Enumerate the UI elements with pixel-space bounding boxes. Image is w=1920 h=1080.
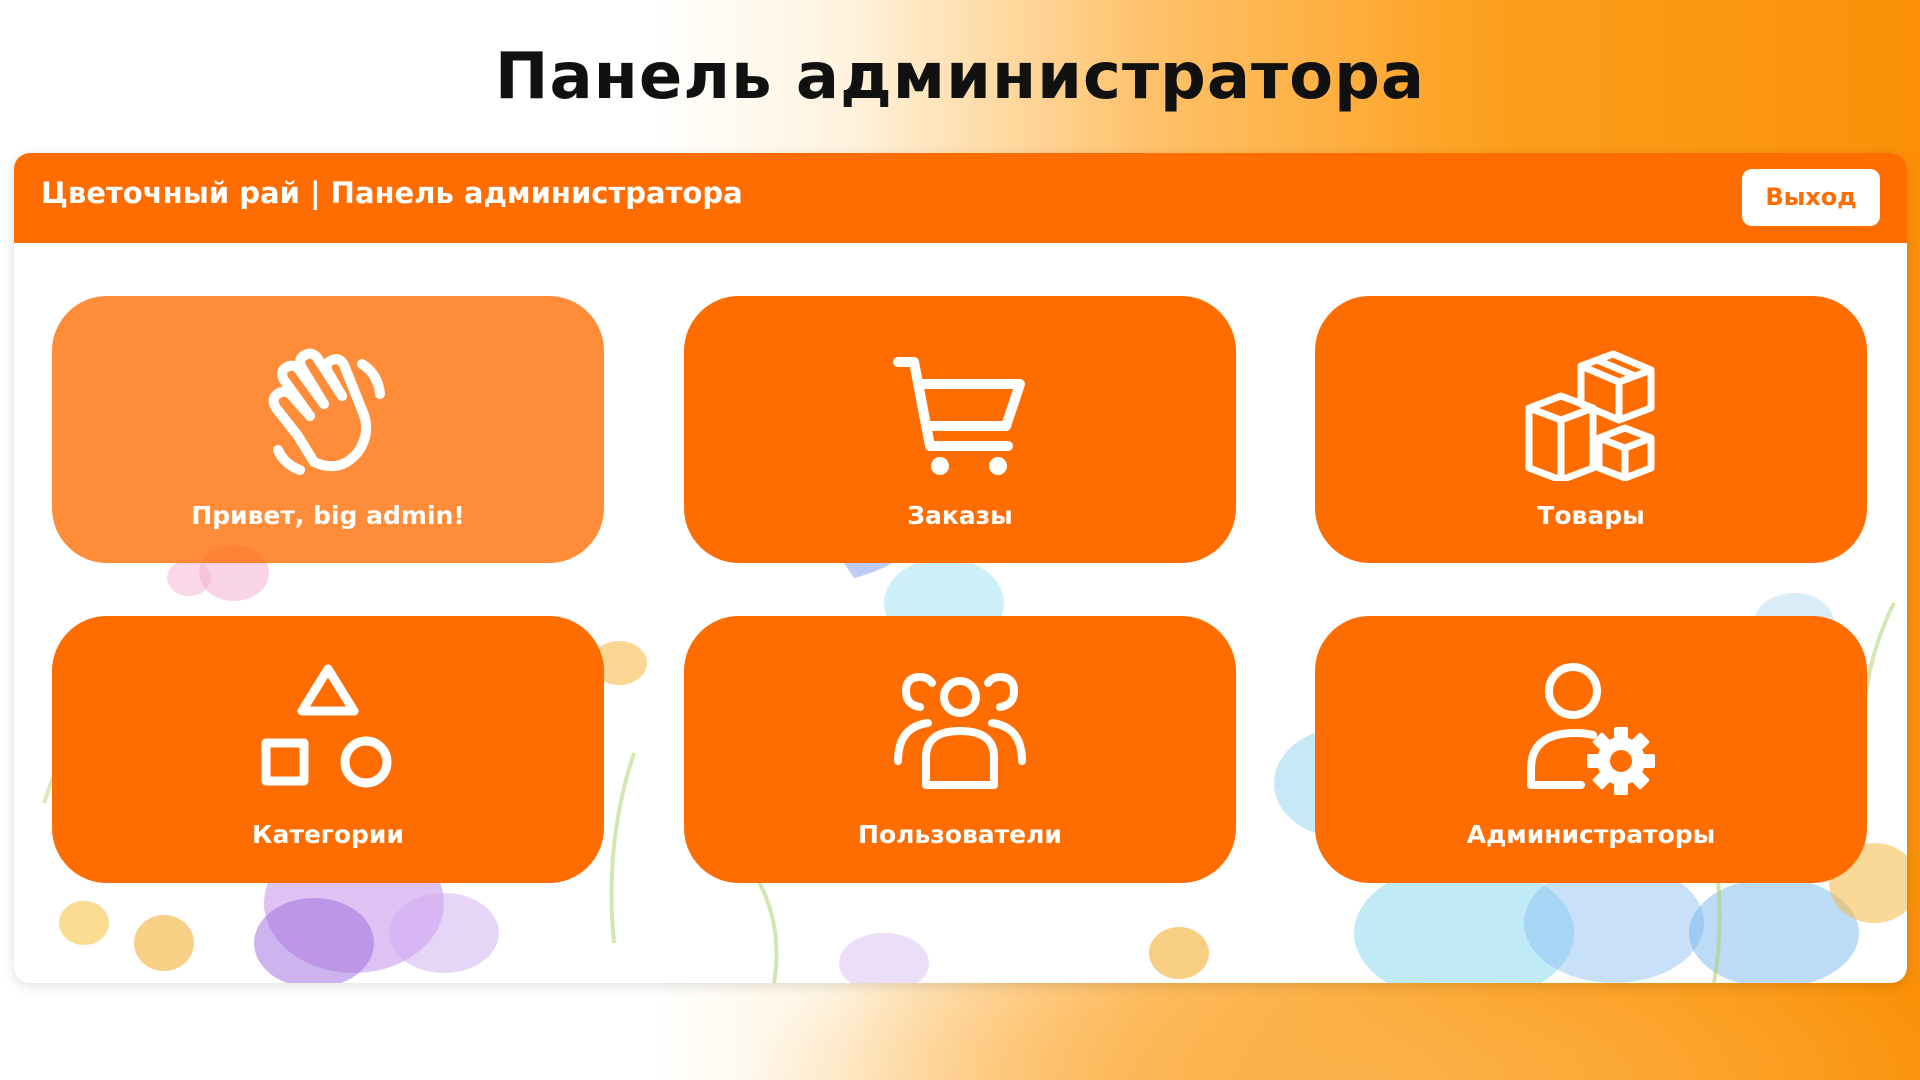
categories-card[interactable]: Категории: [52, 616, 604, 883]
users-card[interactable]: Пользователи: [684, 616, 1236, 883]
logout-button[interactable]: Выход: [1742, 168, 1880, 226]
waving-hand-icon: [268, 348, 385, 475]
shapes-icon: [261, 664, 392, 788]
products-card[interactable]: Товары: [1315, 296, 1867, 563]
card-label: Пользователи: [858, 820, 1062, 849]
brand-title: Цветочный рай | Панель администратора: [41, 176, 743, 210]
card-label: Привет, big admin!: [191, 501, 465, 530]
admin-window: Цветочный рай | Панель администратора Вы…: [14, 153, 1907, 983]
boxes-icon: [1525, 350, 1655, 481]
admins-card[interactable]: Администраторы: [1315, 616, 1867, 883]
greeting-card: Привет, big admin!: [52, 296, 604, 563]
shopping-cart-icon: [893, 357, 1025, 475]
users-group-icon: [894, 673, 1026, 789]
dashboard-content: Привет, big admin! Заказы Товары Категор…: [14, 243, 1907, 983]
user-gear-icon: [1527, 663, 1655, 795]
card-label: Администраторы: [1466, 820, 1716, 849]
card-label: Товары: [1537, 501, 1645, 530]
top-bar: Цветочный рай | Панель администратора Вы…: [14, 153, 1907, 243]
slide-title: Панель администратора: [494, 40, 1426, 114]
orders-card[interactable]: Заказы: [684, 296, 1236, 563]
card-label: Категории: [252, 820, 404, 849]
card-label: Заказы: [907, 501, 1013, 530]
